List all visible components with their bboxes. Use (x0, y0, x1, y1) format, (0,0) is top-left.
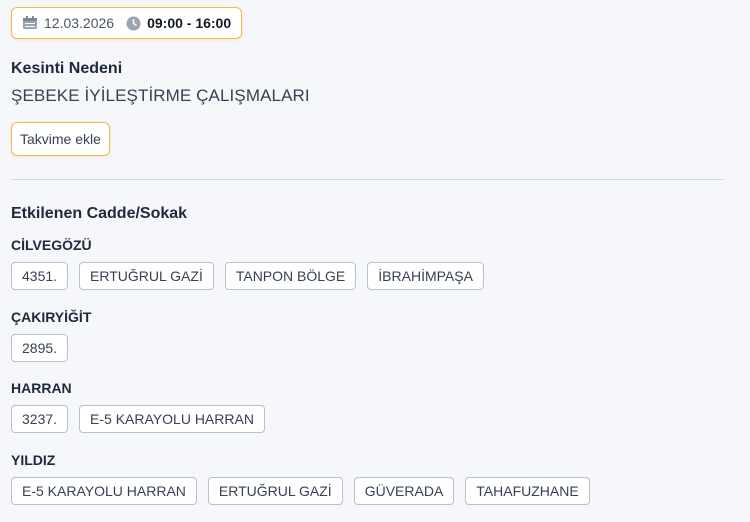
street-tag: E-5 KARAYOLU HARRAN (79, 405, 265, 433)
outage-date: 12.03.2026 (44, 15, 115, 31)
street-tag: 3237. (11, 405, 69, 433)
outage-detail-card: 12.03.2026 09:00 - 16:00 Kesinti Nedeni … (0, 0, 750, 522)
affected-streets-title: Etkilenen Cadde/Sokak (11, 205, 188, 222)
district-name: CİLVEGÖZÜ (11, 237, 92, 253)
street-tag: TANPON BÖLGE (224, 262, 357, 290)
street-tag: ERTUĞRUL GAZİ (207, 477, 343, 505)
outage-time: 09:00 - 16:00 (147, 15, 232, 31)
clock-icon (126, 16, 141, 31)
district-name: HARRAN (11, 380, 72, 396)
schedule-pill: 12.03.2026 09:00 - 16:00 (11, 7, 243, 39)
reason-value: ŞEBEKE İYİLEŞTİRME ÇALIŞMALARI (11, 86, 310, 105)
street-tag: GÜVERADA (353, 477, 455, 505)
street-tag: E-5 KARAYOLU HARRAN (11, 477, 197, 505)
street-tag: TAHAFUZHANE (465, 477, 590, 505)
street-tag-list: 2895. (11, 334, 69, 362)
street-tag: 4351. (11, 262, 69, 290)
street-tag-list: 4351. ERTUĞRUL GAZİ TANPON BÖLGE İBRAHİM… (11, 262, 484, 290)
street-tag: İBRAHİMPAŞA (367, 262, 484, 290)
add-to-calendar-button[interactable]: Takvime ekle (11, 122, 110, 156)
street-tag-list: E-5 KARAYOLU HARRAN ERTUĞRUL GAZİ GÜVERA… (11, 477, 590, 505)
reason-label: Kesinti Nedeni (11, 60, 123, 77)
section-divider (11, 179, 724, 180)
district-name: ÇAKIRYİĞİT (11, 309, 92, 325)
calendar-icon (22, 16, 38, 30)
street-tag: 2895. (11, 334, 69, 362)
street-tag: ERTUĞRUL GAZİ (79, 262, 214, 290)
district-name: YILDIZ (11, 452, 56, 468)
street-tag-list: 3237. E-5 KARAYOLU HARRAN (11, 405, 265, 433)
